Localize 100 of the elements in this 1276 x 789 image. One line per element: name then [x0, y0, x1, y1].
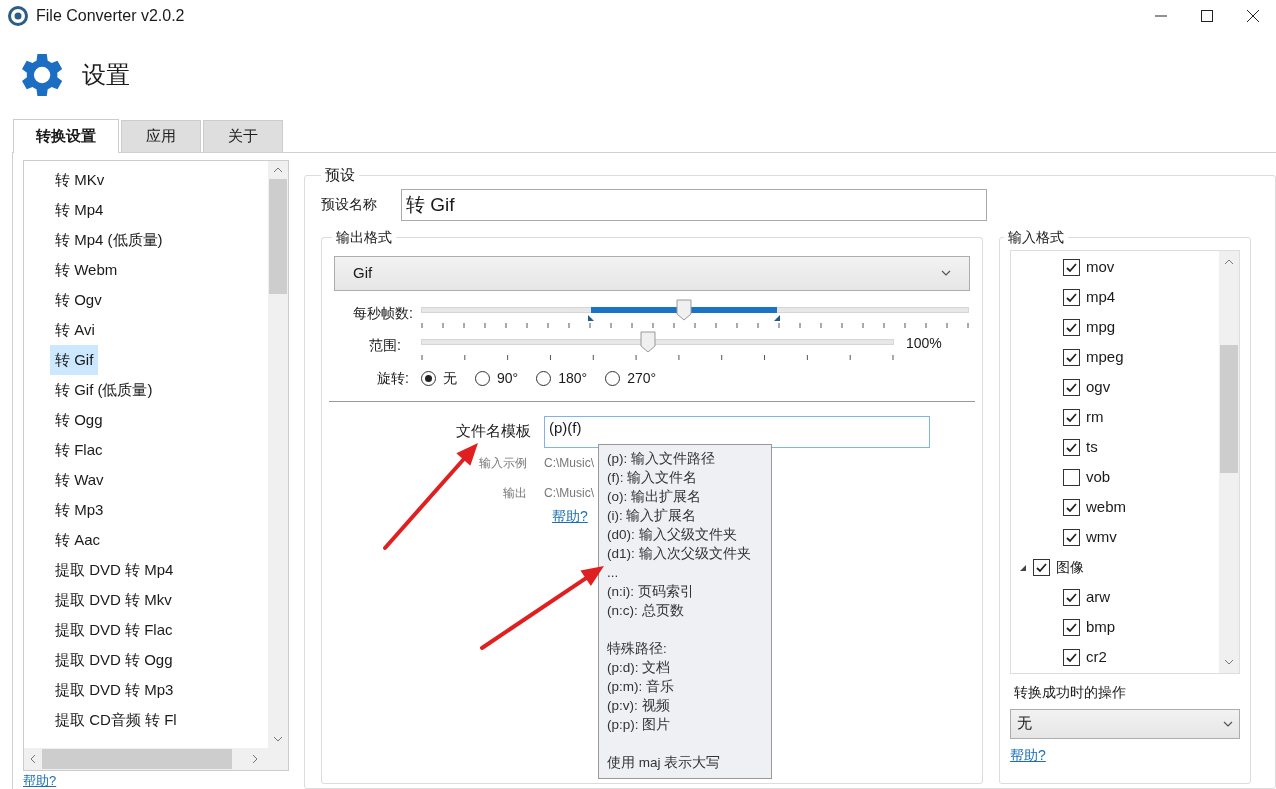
- scrollbar[interactable]: [1219, 250, 1239, 673]
- scroll-left-icon[interactable]: [30, 754, 36, 764]
- preset-item[interactable]: 转 MKv: [50, 164, 110, 196]
- format-label: webm: [1086, 497, 1126, 518]
- slider-thumb[interactable]: [640, 330, 657, 353]
- checkbox[interactable]: [1063, 259, 1080, 276]
- scroll-down-icon[interactable]: [273, 736, 283, 742]
- checkbox[interactable]: [1063, 349, 1080, 366]
- format-label: 图像: [1056, 558, 1084, 577]
- slider-label: 每秒帧数:: [352, 303, 414, 323]
- preset-item[interactable]: 转 Gif (低质量): [50, 374, 158, 406]
- tooltip-line: ...: [607, 563, 620, 582]
- horizontal-scrollbar[interactable]: [24, 748, 288, 770]
- slider-value: 100%: [906, 333, 942, 353]
- preset-item[interactable]: 提取 DVD 转 Mkv: [50, 584, 177, 616]
- preset-item[interactable]: 提取 DVD 转 Mp3: [50, 674, 179, 706]
- preset-item[interactable]: 提取 CD音频 转 Fl: [50, 704, 182, 736]
- slider-label: 范围:: [368, 335, 402, 355]
- checkbox[interactable]: [1063, 379, 1080, 396]
- scroll-up-icon[interactable]: [1224, 258, 1234, 265]
- tab[interactable]: 应用: [121, 120, 201, 152]
- format-label: bmp: [1086, 617, 1116, 638]
- tooltip-line: (i): 输入扩展名: [607, 506, 698, 525]
- preset-item[interactable]: 转 Aac: [50, 524, 105, 556]
- radio-option[interactable]: 90°: [475, 368, 519, 389]
- example-path: C:\Music\: [544, 454, 594, 472]
- help-link[interactable]: 帮助?: [23, 773, 57, 789]
- scroll-down-icon[interactable]: [1224, 658, 1234, 665]
- format-label: vob: [1086, 467, 1111, 488]
- output-path: C:\Music\: [544, 484, 594, 502]
- preset-item[interactable]: 转 Gif: [50, 344, 99, 376]
- preset-item[interactable]: 转 Ogg: [50, 404, 108, 436]
- preset-item[interactable]: 转 Avi: [50, 314, 100, 346]
- chevron-down-icon: [1223, 720, 1233, 727]
- scroll-right-icon[interactable]: [252, 754, 258, 764]
- preset-item[interactable]: 提取 DVD 转 Ogg: [50, 644, 178, 676]
- output-format-dropdown[interactable]: Gif: [334, 255, 970, 291]
- close-icon: [1247, 10, 1259, 22]
- format-label: ts: [1086, 437, 1098, 458]
- tooltip-line: (n:c): 总页数: [607, 601, 685, 620]
- field-label: 输入示例: [478, 454, 528, 472]
- help-link[interactable]: 帮助?: [552, 505, 588, 527]
- tooltip-line: (p:v): 视频: [607, 696, 671, 715]
- template-field[interactable]: (p)(f): [544, 415, 930, 448]
- help-link[interactable]: 帮助?: [1010, 744, 1046, 766]
- tooltip-line: (o): 输出扩展名: [607, 487, 702, 506]
- group-label: 预设: [324, 165, 356, 185]
- success-action-dropdown[interactable]: 无: [1010, 708, 1240, 739]
- checkbox[interactable]: [1063, 319, 1080, 336]
- window-title: File Converter v2.0.2: [36, 6, 185, 26]
- radio-option[interactable]: 180°: [536, 368, 588, 389]
- tab[interactable]: 转换设置: [13, 119, 119, 153]
- tooltip-line: (p): 输入文件路径: [607, 449, 716, 468]
- tooltip-line: 特殊路径:: [607, 639, 668, 658]
- selection-end-marker-icon[interactable]: [774, 314, 781, 321]
- preset-item[interactable]: 转 Mp4 (低质量): [50, 224, 168, 256]
- preset-item[interactable]: 提取 DVD 转 Mp4: [50, 554, 179, 586]
- expand-triangle-icon[interactable]: [1019, 563, 1027, 572]
- scrollbar[interactable]: [268, 161, 288, 748]
- tab[interactable]: 关于: [203, 120, 283, 152]
- checkbox[interactable]: [1033, 559, 1050, 576]
- checkbox[interactable]: [1063, 499, 1080, 516]
- format-label: mpeg: [1086, 347, 1124, 368]
- preset-item[interactable]: 转 Ogv: [50, 284, 107, 316]
- checkbox[interactable]: [1063, 289, 1080, 306]
- tooltip-line: (p:p): 图片: [607, 715, 672, 734]
- scrollbar-thumb[interactable]: [42, 749, 232, 769]
- checkbox[interactable]: [1063, 469, 1080, 486]
- slider-thumb[interactable]: [676, 298, 693, 321]
- radio-option[interactable]: 无: [421, 368, 457, 389]
- preset-item[interactable]: 转 Webm: [50, 254, 123, 286]
- checkbox[interactable]: [1063, 529, 1080, 546]
- checkbox[interactable]: [1063, 409, 1080, 426]
- format-label: rm: [1086, 407, 1104, 428]
- preset-item[interactable]: 转 Mp4: [50, 194, 109, 226]
- scroll-up-icon[interactable]: [273, 167, 283, 173]
- field-label: 转换成功时的操作: [1014, 682, 1127, 702]
- radio-option[interactable]: 270°: [605, 368, 657, 389]
- checkbox[interactable]: [1063, 589, 1080, 606]
- tooltip-line: (d1): 输入次父级文件夹: [607, 544, 752, 563]
- format-label: cr2: [1086, 647, 1107, 668]
- slider[interactable]: [421, 298, 969, 321]
- checkbox[interactable]: [1063, 649, 1080, 666]
- format-label: ogv: [1086, 377, 1111, 398]
- tooltip-line: (d0): 输入父级文件夹: [607, 525, 738, 544]
- format-label: mpg: [1086, 317, 1116, 338]
- scrollbar-thumb[interactable]: [269, 179, 287, 294]
- format-label: arw: [1086, 587, 1111, 608]
- preset-item[interactable]: 提取 DVD 转 Flac: [50, 614, 178, 646]
- scrollbar-thumb[interactable]: [1220, 344, 1238, 473]
- preset-name-field[interactable]: 转 Gif: [401, 188, 987, 221]
- tooltip-line: (n:i): 页码索引: [607, 582, 695, 601]
- group-label: 输入格式: [1007, 227, 1065, 247]
- preset-item[interactable]: 转 Mp3: [50, 494, 109, 526]
- checkbox[interactable]: [1063, 439, 1080, 456]
- slider[interactable]: [421, 330, 894, 353]
- page-title: 设置: [82, 60, 130, 90]
- preset-item[interactable]: 转 Wav: [50, 464, 109, 496]
- checkbox[interactable]: [1063, 619, 1080, 636]
- preset-item[interactable]: 转 Flac: [50, 434, 108, 466]
